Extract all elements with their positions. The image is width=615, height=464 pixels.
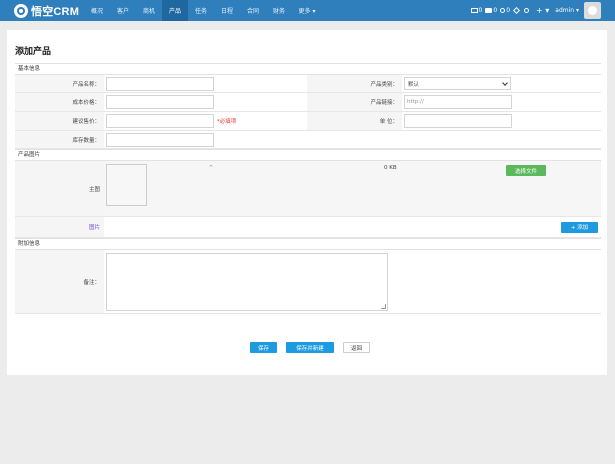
stock-label: 库存数量： bbox=[15, 131, 104, 148]
nav-item-calendar[interactable]: 日程 bbox=[214, 0, 240, 21]
product-link-label: 产品链接： bbox=[307, 93, 402, 111]
product-link-cell: http:// bbox=[402, 93, 601, 111]
nav-item-more[interactable]: 更多 ▾ bbox=[292, 0, 322, 21]
nav-item-contracts[interactable]: 合同 bbox=[240, 0, 266, 21]
product-category-cell: 默认 bbox=[402, 75, 601, 92]
save-and-new-button[interactable]: 保存并新建 bbox=[286, 342, 334, 353]
save-button[interactable]: 保存 bbox=[250, 342, 277, 353]
choose-file-button[interactable]: 选择文件 bbox=[506, 165, 546, 176]
product-category-label: 产品类别： bbox=[307, 75, 402, 92]
form-row: 主图 ^ 0 KB 选择文件 bbox=[15, 161, 601, 217]
form-row: 建议售价： *必填项 单 位： bbox=[15, 112, 601, 131]
back-button[interactable]: 返回 bbox=[343, 342, 370, 353]
main-image-label: 主图 bbox=[15, 161, 104, 216]
cost-price-cell bbox=[104, 93, 307, 111]
product-category-value: 默认 bbox=[408, 81, 420, 88]
remark-label: 备注： bbox=[15, 250, 104, 313]
suggested-price-input[interactable] bbox=[106, 114, 214, 128]
user-menu[interactable]: admin ▾ bbox=[555, 7, 579, 14]
unit-label: 单 位： bbox=[307, 112, 402, 130]
cost-price-input[interactable] bbox=[106, 95, 214, 109]
nav-item-finance[interactable]: 财务 bbox=[266, 0, 292, 21]
unit-input[interactable] bbox=[404, 114, 512, 128]
form-row: 备注： bbox=[15, 250, 601, 314]
main-image-cell: ^ 0 KB 选择文件 bbox=[104, 161, 601, 216]
diamond-icon[interactable] bbox=[512, 6, 521, 15]
top-right-tools: 0 0 0 + ▾ admin ▾ bbox=[470, 0, 601, 21]
remark-cell bbox=[104, 250, 601, 313]
nav-item-customers[interactable]: 客户 bbox=[110, 0, 136, 21]
quick-add-menu[interactable]: + ▾ bbox=[536, 6, 549, 15]
form-row: 图片 + 添加 bbox=[15, 217, 601, 238]
form-row: 产品名称： 产品类别： 默认 bbox=[15, 75, 601, 93]
nav-item-overview[interactable]: 概况 bbox=[84, 0, 110, 21]
image-caption: ^ bbox=[209, 165, 214, 171]
stock-input[interactable] bbox=[106, 132, 214, 147]
main-panel: 添加产品 基本信息 产品名称： 产品类别： 默认 成本价格： 产品链接： htt… bbox=[7, 30, 607, 375]
product-category-select[interactable]: 默认 bbox=[404, 77, 511, 90]
unit-cell bbox=[402, 112, 601, 130]
mail-icon[interactable] bbox=[470, 8, 478, 13]
add-product-form: 基本信息 产品名称： 产品类别： 默认 成本价格： 产品链接： http:// bbox=[15, 63, 601, 314]
product-link-input[interactable]: http:// bbox=[404, 95, 512, 109]
form-row: 库存数量： bbox=[15, 131, 601, 149]
gallery-label: 图片 bbox=[15, 217, 104, 237]
message-count: 0 bbox=[493, 7, 498, 14]
logo-text: 悟空CRM bbox=[31, 5, 80, 18]
settings-icon[interactable] bbox=[524, 8, 530, 13]
mail-count: 0 bbox=[478, 7, 483, 14]
product-name-input[interactable] bbox=[106, 76, 214, 91]
gallery-cell: + 添加 bbox=[104, 217, 601, 237]
page-title: 添加产品 bbox=[15, 47, 52, 57]
logo-icon bbox=[14, 3, 28, 18]
avatar[interactable] bbox=[584, 2, 601, 19]
form-row: 成本价格： 产品链接： http:// bbox=[15, 93, 601, 112]
suggested-price-label: 建议售价： bbox=[15, 112, 104, 130]
image-size-text: 0 KB bbox=[384, 165, 397, 171]
section-extra-info: 附加信息 bbox=[15, 238, 601, 250]
product-name-label: 产品名称： bbox=[15, 75, 104, 92]
app-logo[interactable]: 悟空CRM bbox=[14, 3, 79, 18]
message-icon[interactable] bbox=[485, 8, 493, 13]
notification-icon[interactable] bbox=[500, 8, 506, 13]
main-image-preview[interactable] bbox=[106, 164, 147, 206]
section-basic-info: 基本信息 bbox=[15, 63, 601, 75]
nav-item-tasks[interactable]: 任务 bbox=[188, 0, 214, 21]
stock-cell bbox=[104, 131, 601, 148]
required-hint: *必填项 bbox=[217, 119, 237, 125]
main-nav: 概况 客户 商机 产品 任务 日程 合同 财务 更多 ▾ bbox=[84, 0, 322, 21]
chevron-down-icon bbox=[502, 79, 508, 86]
nav-item-products[interactable]: 产品 bbox=[162, 0, 188, 21]
suggested-price-cell: *必填项 bbox=[104, 112, 307, 130]
cost-price-label: 成本价格： bbox=[15, 93, 104, 111]
user-icon bbox=[588, 6, 597, 15]
notification-count: 0 bbox=[506, 7, 511, 14]
product-name-cell bbox=[104, 75, 307, 92]
remark-textarea[interactable] bbox=[106, 252, 388, 311]
top-navbar: 悟空CRM 概况 客户 商机 产品 任务 日程 合同 财务 更多 ▾ 0 0 0… bbox=[0, 0, 615, 21]
nav-item-opportunities[interactable]: 商机 bbox=[136, 0, 162, 21]
add-image-button[interactable]: + 添加 bbox=[561, 221, 598, 233]
section-product-image: 产品图片 bbox=[15, 149, 601, 161]
